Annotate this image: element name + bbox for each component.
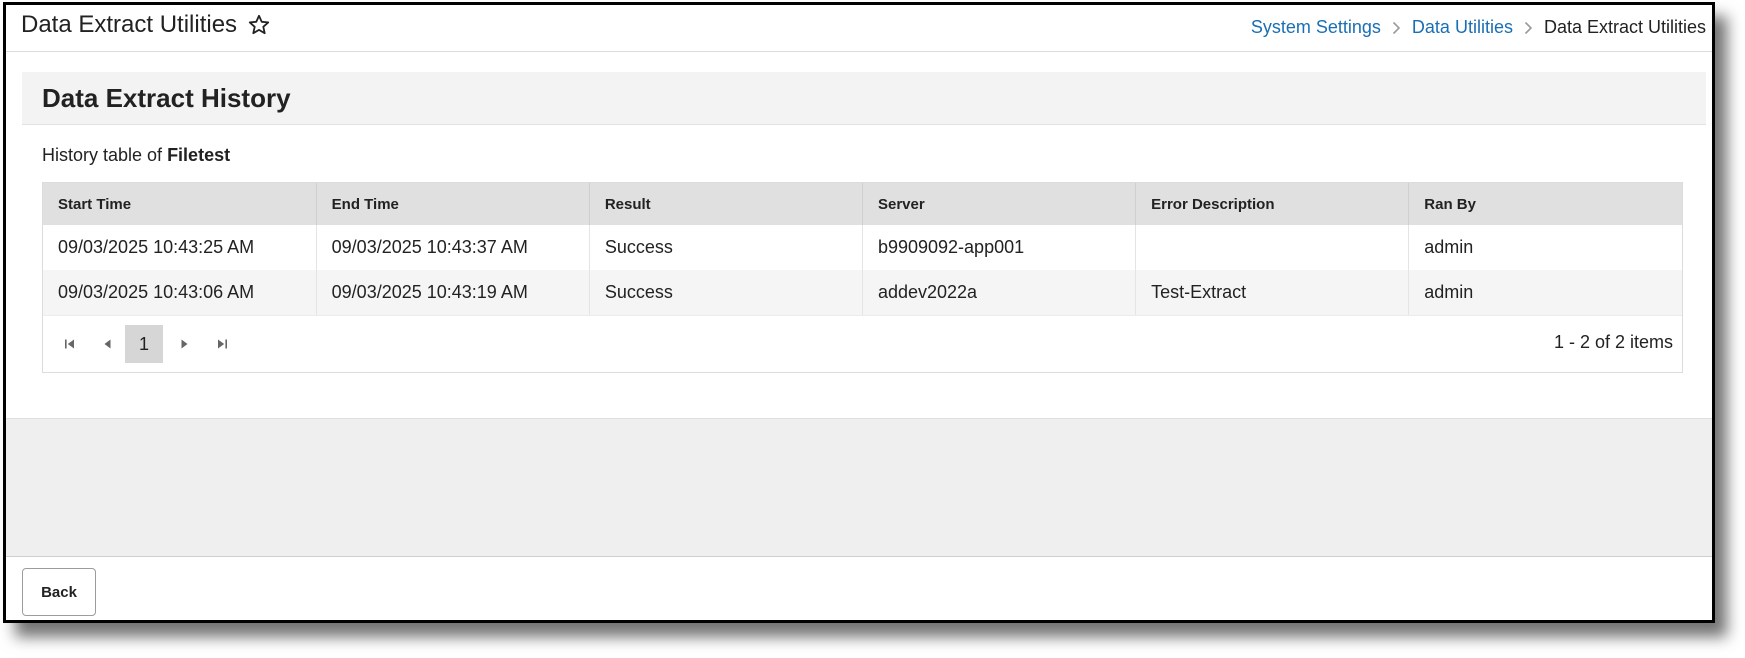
page-first-icon[interactable] [53, 326, 87, 362]
page-title-group: Data Extract Utilities [21, 11, 271, 39]
column-header-result[interactable]: Result [588, 183, 863, 225]
cell-server: addev2022a [861, 270, 1136, 315]
cell-error-description [1135, 225, 1409, 270]
extract-name: Filetest [167, 145, 231, 165]
cell-error-description: Test-Extract [1135, 270, 1409, 315]
cell-start-time: 09/03/2025 10:43:25 AM [58, 237, 255, 257]
app-window: Data Extract Utilities System Settings D… [3, 2, 1715, 623]
pager: 1 1 - 2 of 2 items [43, 315, 1682, 372]
cell-result: Success [588, 270, 863, 315]
star-icon[interactable] [247, 13, 271, 37]
footer-bar: Back [6, 556, 1712, 620]
cell-server: b9909092-app001 [861, 225, 1136, 270]
chevron-right-icon [1392, 21, 1401, 35]
cell-end-time: 09/03/2025 10:43:37 AM [315, 225, 590, 270]
table-row[interactable]: 09/03/2025 10:43:06 AM 09/03/2025 10:43:… [43, 270, 1682, 315]
main-content: Data Extract History History table of Fi… [22, 72, 1706, 373]
column-header-end-time[interactable]: End Time [315, 183, 590, 225]
chevron-right-icon [1524, 21, 1533, 35]
pager-info: 1 - 2 of 2 items [1553, 332, 1673, 352]
column-header-error-description[interactable]: Error Description [1135, 183, 1409, 225]
top-bar: Data Extract Utilities System Settings D… [6, 5, 1712, 52]
page-next-icon[interactable] [167, 326, 201, 362]
page-title: Data Extract Utilities [21, 11, 238, 38]
subtitle-prefix: History table of [42, 145, 168, 165]
breadcrumb: System Settings Data Utilities Data Extr… [1251, 17, 1706, 38]
cell-ran-by: admin [1408, 225, 1682, 270]
header-row: Start Time End Time Result Server Error … [43, 183, 1682, 225]
cell-start-time: 09/03/2025 10:43:06 AM [43, 270, 317, 315]
cell-end-time: 09/03/2025 10:43:19 AM [315, 270, 590, 315]
section-title: Data Extract History [42, 82, 291, 113]
history-subtitle: History table of Filetest [42, 145, 1706, 166]
cell-result: Success [588, 225, 863, 270]
back-button[interactable]: Back [22, 568, 96, 616]
column-header-server[interactable]: Server [861, 183, 1136, 225]
breadcrumb-current: Data Extract Utilities [1543, 17, 1706, 37]
page-prev-icon[interactable] [91, 326, 125, 362]
breadcrumb-system-settings[interactable]: System Settings [1251, 17, 1381, 38]
section-header: Data Extract History [22, 72, 1706, 125]
cell-ran-by: admin [1408, 270, 1682, 315]
page-number-current[interactable]: 1 [125, 325, 163, 363]
column-header-ran-by[interactable]: Ran By [1408, 183, 1682, 225]
empty-area [6, 418, 1712, 557]
page-last-icon[interactable] [205, 326, 239, 362]
history-grid: Start Time End Time Result Server Error … [42, 182, 1683, 373]
table-row[interactable]: 09/03/2025 10:43:25 AM 09/03/2025 10:43:… [43, 225, 1682, 270]
breadcrumb-data-utilities[interactable]: Data Utilities [1412, 17, 1513, 38]
column-header-start-time[interactable]: Start Time [43, 183, 317, 225]
